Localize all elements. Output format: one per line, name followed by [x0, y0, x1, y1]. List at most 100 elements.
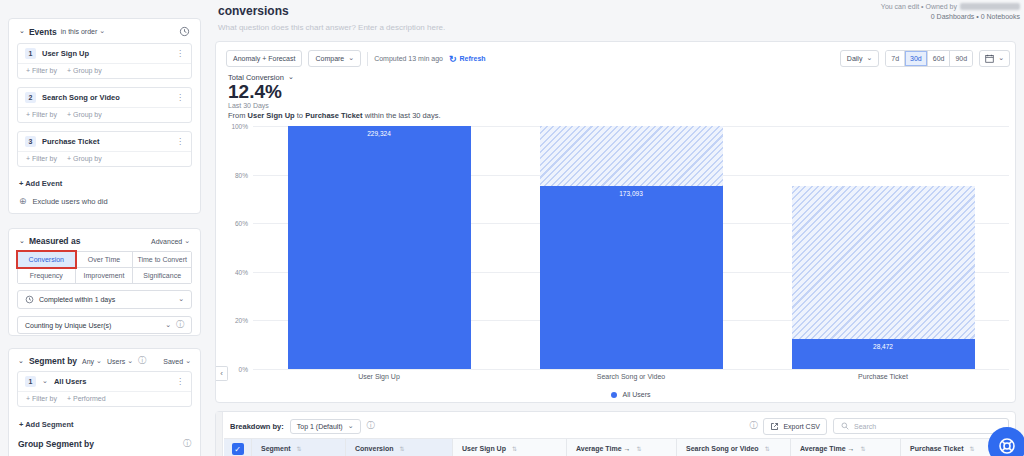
- refresh-button[interactable]: ↻Refresh: [449, 54, 486, 64]
- info-icon[interactable]: ⓘ: [176, 321, 184, 329]
- range-90d-button[interactable]: 90d: [950, 51, 972, 66]
- funnel-bar-user-sign-up[interactable]: [288, 126, 471, 369]
- segment-by-panel: ⌄ Segment by Any ⌄ Users ⌄ ⓘ Saved ⌄ 1 ⌄…: [8, 348, 201, 456]
- add-event-button[interactable]: + Add Event: [9, 175, 200, 188]
- select-all-cell[interactable]: ✓: [224, 439, 252, 456]
- segment-name[interactable]: All Users: [54, 377, 170, 386]
- events-order-dropdown[interactable]: in this order ⌄: [61, 28, 105, 35]
- sort-icon[interactable]: ⇅: [512, 445, 517, 452]
- y-axis-tick: 40%: [235, 268, 248, 275]
- range-60d-button[interactable]: 60d: [928, 51, 951, 66]
- measured-option-significance[interactable]: Significance: [133, 268, 191, 283]
- measured-option-over-time[interactable]: Over Time: [76, 252, 134, 268]
- sort-icon[interactable]: ⇅: [400, 445, 405, 452]
- segment-index-badge: 1: [25, 376, 36, 387]
- event-index-badge: 1: [25, 48, 36, 59]
- search-input[interactable]: Search: [833, 418, 1009, 434]
- measured-collapse-icon[interactable]: ⌄: [19, 237, 25, 244]
- segment-filter-by-button[interactable]: + Filter by: [26, 395, 57, 402]
- column-header-search-song-or-video[interactable]: Search Song or Video⇅: [677, 439, 791, 456]
- circled-plus-icon: ⊕: [19, 197, 27, 206]
- dashboard-counts: 0 Dashboards • 0 Notebooks: [931, 13, 1020, 20]
- sort-icon[interactable]: ⇅: [860, 445, 865, 452]
- event-filter-by-button[interactable]: + Filter by: [26, 67, 57, 74]
- event-group-by-button[interactable]: + Group by: [67, 155, 102, 162]
- computed-timestamp: Computed 13 min ago: [374, 55, 443, 62]
- range-7d-button[interactable]: 7d: [886, 51, 905, 66]
- column-header-average-time[interactable]: Average Time →⇅: [791, 439, 901, 456]
- page-title[interactable]: conversions: [218, 4, 289, 18]
- segment-collapse-icon[interactable]: ⌄: [18, 357, 24, 364]
- kebab-menu-icon[interactable]: ⋮: [176, 93, 184, 102]
- measured-option-improvement[interactable]: Improvement: [76, 268, 134, 283]
- granularity-dropdown[interactable]: Daily⌄: [840, 50, 879, 67]
- segment-any-dropdown[interactable]: Any ⌄: [82, 358, 102, 365]
- column-header-segment[interactable]: Segment⇅: [252, 439, 346, 456]
- kebab-menu-icon[interactable]: ⋮: [176, 377, 184, 386]
- chart-legend[interactable]: All Users: [253, 391, 1009, 398]
- calendar-button[interactable]: ⌄: [979, 50, 1010, 67]
- exclude-users-button[interactable]: ⊕ Exclude users who did: [9, 188, 200, 215]
- x-axis-label: Purchase Ticket: [757, 373, 1009, 380]
- description-placeholder[interactable]: What question does this chart answer? En…: [218, 23, 445, 32]
- event-name[interactable]: User Sign Up: [42, 49, 170, 58]
- counting-by-dropdown[interactable]: Counting by Unique User(s) ⌄ ⓘ: [17, 316, 192, 334]
- measured-option-frequency[interactable]: Frequency: [18, 268, 76, 283]
- bar-value-label: 28,472: [792, 343, 975, 350]
- info-icon[interactable]: ⓘ: [367, 422, 375, 430]
- info-icon[interactable]: ⓘ: [749, 422, 757, 430]
- funnel-bar-dropoff[interactable]: [540, 126, 723, 186]
- column-header-user-sign-up[interactable]: User Sign Up⇅: [453, 439, 567, 456]
- column-header-average-time[interactable]: Average Time →⇅: [567, 439, 677, 456]
- saved-dropdown[interactable]: Saved ⌄: [163, 358, 191, 365]
- measured-title: Measured as: [29, 236, 81, 246]
- events-collapse-icon[interactable]: ⌄: [19, 27, 25, 34]
- kebab-menu-icon[interactable]: ⋮: [176, 137, 184, 146]
- event-name[interactable]: Search Song or Video: [42, 93, 170, 102]
- compare-button[interactable]: Compare⌄: [308, 50, 361, 67]
- segment-card: 1 ⌄ All Users ⋮ + Filter by + Performed: [17, 371, 192, 407]
- event-filter-by-button[interactable]: + Filter by: [26, 155, 57, 162]
- owner-name-redacted: [960, 3, 1020, 10]
- event-index-badge: 2: [25, 92, 36, 103]
- event-filter-by-button[interactable]: + Filter by: [26, 111, 57, 118]
- event-name[interactable]: Purchase Ticket: [42, 137, 170, 146]
- measured-option-time-to-convert[interactable]: Time to Convert: [133, 252, 191, 268]
- advanced-dropdown[interactable]: Advanced ⌄: [151, 238, 190, 245]
- info-icon[interactable]: ⓘ: [138, 357, 146, 365]
- column-header-conversion[interactable]: Conversion⇅: [346, 439, 453, 456]
- breakdown-top-dropdown[interactable]: Top 1 (Default)⌄: [290, 419, 361, 434]
- help-fab-button[interactable]: [988, 427, 1024, 456]
- measured-as-panel: ⌄ Measured as Advanced ⌄ ConversionOver …: [8, 228, 201, 336]
- segment-performed-button[interactable]: + Performed: [67, 395, 106, 402]
- group-segment-by-title: Group Segment by: [18, 439, 94, 449]
- anomaly-forecast-button[interactable]: Anomaly + Forecast: [226, 50, 302, 67]
- sort-icon[interactable]: ⇅: [297, 445, 302, 452]
- export-csv-button[interactable]: Export CSV: [763, 418, 827, 435]
- info-icon[interactable]: ⓘ: [183, 440, 191, 448]
- y-axis-tick: 20%: [235, 317, 248, 324]
- sort-icon[interactable]: ⇅: [636, 445, 641, 452]
- event-group-by-button[interactable]: + Group by: [67, 67, 102, 74]
- event-card-user-sign-up: 1 User Sign Up ⋮ + Filter by + Group by: [17, 43, 192, 79]
- bar-value-label: 173,093: [540, 190, 723, 197]
- event-group-by-button[interactable]: + Group by: [67, 111, 102, 118]
- y-axis-tick: 0%: [239, 366, 248, 373]
- segment-users-dropdown[interactable]: Users ⌄: [107, 358, 133, 365]
- sort-icon[interactable]: ⇅: [970, 445, 975, 452]
- help-buoy-icon: [997, 436, 1017, 456]
- kebab-menu-icon[interactable]: ⋮: [176, 49, 184, 58]
- select-all-checkbox[interactable]: ✓: [232, 443, 244, 455]
- sidebar-collapse-button[interactable]: ‹: [216, 366, 228, 381]
- breakdown-table-header: ✓ Segment⇅Conversion⇅User Sign Up⇅Averag…: [224, 438, 1015, 456]
- add-segment-button[interactable]: + Add Segment: [9, 415, 200, 429]
- export-icon: [770, 422, 779, 431]
- hold-time-icon[interactable]: [179, 26, 190, 37]
- measured-option-conversion[interactable]: Conversion: [18, 252, 76, 268]
- funnel-bar-search-song-or-video[interactable]: [540, 186, 723, 369]
- funnel-bar-dropoff[interactable]: [792, 186, 975, 339]
- range-30d-button[interactable]: 30d: [905, 51, 928, 66]
- segment-expand-icon[interactable]: ⌄: [42, 377, 48, 384]
- sort-icon[interactable]: ⇅: [765, 445, 770, 452]
- completed-within-dropdown[interactable]: Completed within 1 days ⌄: [17, 290, 192, 309]
